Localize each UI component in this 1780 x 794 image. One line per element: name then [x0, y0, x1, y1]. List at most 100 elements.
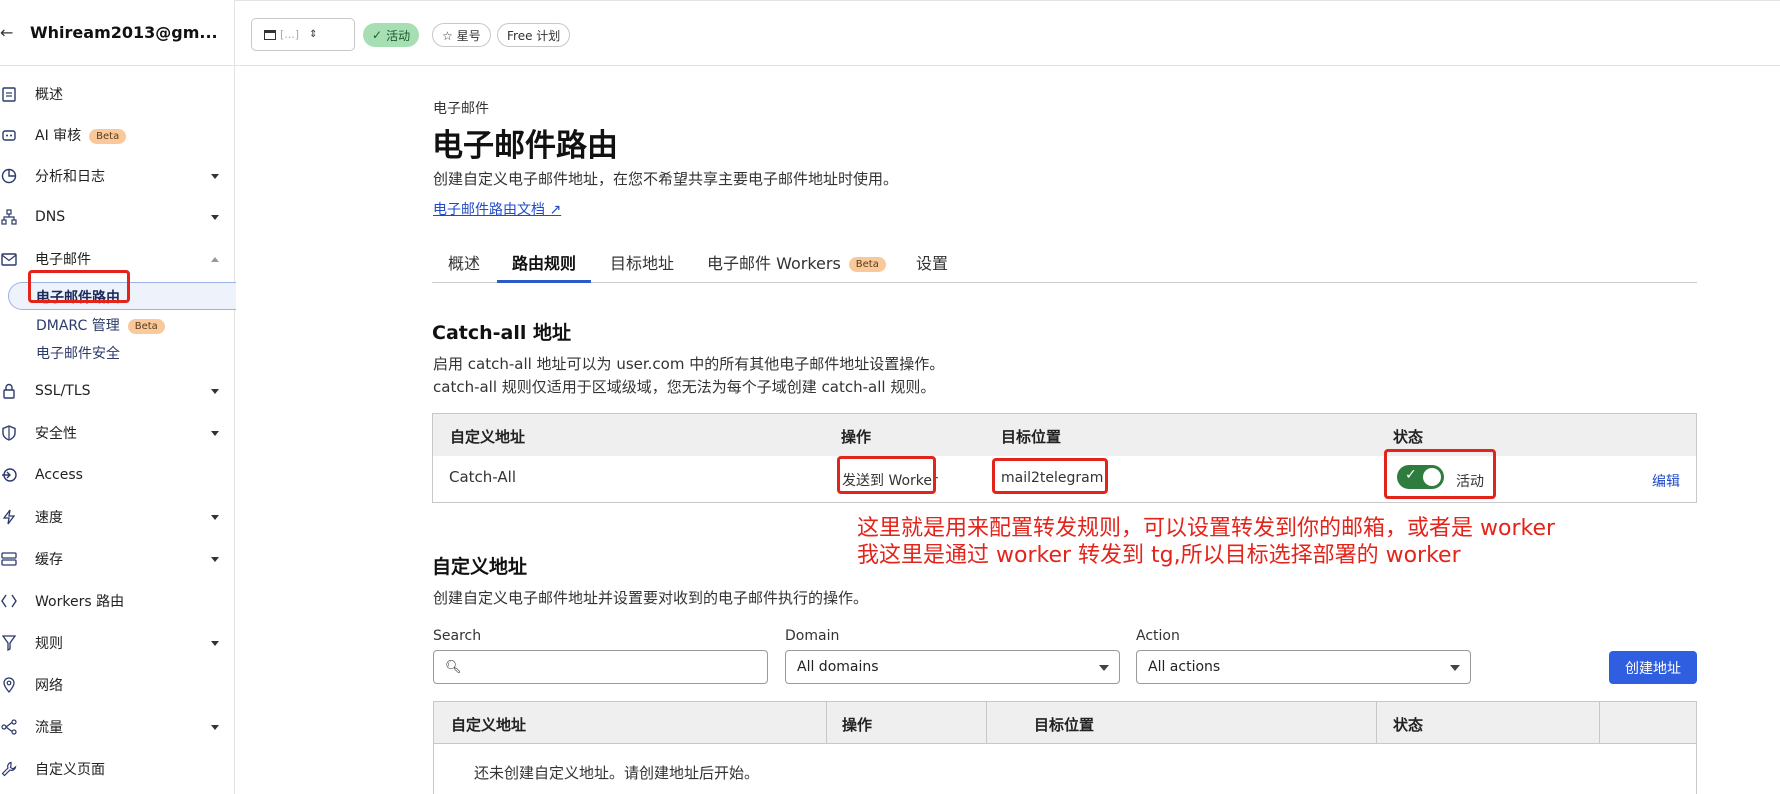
tab-email-workers[interactable]: 电子邮件 Workers Beta: [707, 250, 886, 274]
sidebar-item-overview[interactable]: 概述: [0, 79, 234, 109]
chevron-down-icon[interactable]: [211, 724, 219, 730]
catchall-desc-2: catch-all 规则仅适用于区域级域，您无法为每个子域创建 catch-al…: [433, 378, 936, 396]
sidebar-item-analytics[interactable]: 分析和日志: [0, 161, 234, 191]
sidebar-item-workers-routes[interactable]: Workers 路由: [0, 586, 234, 616]
tab-destination-addresses[interactable]: 目标地址: [610, 250, 674, 274]
clipboard-icon: [0, 85, 18, 103]
column-header: 状态: [1393, 428, 1424, 446]
domain-select-value: All domains: [797, 659, 879, 675]
account-header[interactable]: ← Whiream2013@gm...: [0, 0, 235, 66]
domain-select[interactable]: All domains: [785, 650, 1120, 684]
catchall-address: Catch-All: [449, 468, 516, 486]
beta-badge: Beta: [89, 128, 127, 144]
docs-link[interactable]: 电子邮件路由文档 ↗: [433, 199, 561, 219]
action-select[interactable]: All actions: [1136, 650, 1471, 684]
plan-badge[interactable]: Free 计划: [497, 23, 571, 47]
lightning-icon: [0, 508, 18, 526]
column-header: 目标位置: [1001, 428, 1062, 446]
zone-selector[interactable]: [...] ⇕: [251, 18, 355, 51]
column-header: 自定义地址: [450, 428, 526, 446]
catchall-desc-1: 启用 catch-all 地址可以为 user.com 中的所有其他电子邮件地址…: [433, 355, 945, 373]
sidebar-item-label: 速度: [35, 510, 63, 526]
envelope-icon: [0, 250, 18, 268]
star-button[interactable]: ☆ 星号: [432, 23, 491, 47]
sidebar-item-rules[interactable]: 规则: [0, 628, 234, 658]
table-header: 自定义地址 操作 目标位置 状态: [433, 414, 1696, 456]
column-header: 目标位置: [1034, 716, 1095, 734]
annotation-highlight-box: [992, 458, 1108, 494]
sidebar-item-label: 网络: [35, 678, 63, 694]
sidebar-subitem-dmarc[interactable]: DMARC 管理 Beta: [36, 315, 165, 335]
sidebar-item-label: SSL/TLS: [35, 383, 91, 399]
sidebar-item-label: 流量: [35, 720, 63, 736]
domain-label: Domain: [785, 628, 840, 644]
custom-addresses-title: 自定义地址: [432, 556, 528, 578]
sidebar-item-label: Workers 路由: [35, 594, 125, 610]
status-badge-label: 活动: [386, 28, 411, 43]
empty-state-message: 还未创建自定义地址。请创建地址后开始。: [474, 764, 760, 782]
column-header: 自定义地址: [451, 716, 527, 734]
robot-icon: [0, 126, 18, 144]
annotation-highlight-box: [1384, 449, 1496, 499]
search-input[interactable]: 🔍︎: [433, 650, 768, 684]
table-header: 自定义地址 操作 目标位置 状态: [434, 702, 1696, 744]
status-badge: ✓ 活动: [363, 23, 420, 47]
tab-overview[interactable]: 概述: [448, 250, 480, 274]
page-description: 创建自定义电子邮件地址，在您不希望共享主要电子邮件地址时使用。: [433, 170, 899, 188]
sidebar-item-label: 电子邮件: [35, 252, 91, 268]
edit-link[interactable]: 编辑: [1652, 471, 1680, 491]
tab-bar: 概述 路由规则 目标地址 电子邮件 Workers Beta 设置: [432, 240, 1697, 283]
chevron-down-icon[interactable]: [211, 430, 219, 436]
chevron-down-icon[interactable]: [211, 640, 219, 646]
check-icon: ✓: [372, 28, 383, 42]
sidebar-subitem-email-security[interactable]: 电子邮件安全: [36, 343, 120, 363]
chevron-down-icon[interactable]: [211, 214, 219, 220]
sidebar-item-ssl-tls[interactable]: SSL/TLS: [0, 376, 234, 406]
sidebar: ← Whiream2013@gm... 概述 AI 审核 Beta 分析和日志 D…: [0, 0, 236, 794]
traffic-nodes-icon: [0, 718, 18, 736]
sidebar-item-text: AI 审核: [35, 128, 82, 144]
create-address-button[interactable]: 创建地址: [1609, 651, 1697, 684]
sidebar-item-label: 安全性: [35, 426, 77, 442]
chevron-down-icon[interactable]: [211, 388, 219, 394]
annotation-text-2: 我这里是通过 worker 转发到 tg,所以目标选择部署的 worker: [857, 543, 1461, 568]
sidebar-item-access[interactable]: Access: [0, 460, 234, 490]
custom-addresses-table: 自定义地址 操作 目标位置 状态 还未创建自定义地址。请创建地址后开始。: [433, 701, 1697, 794]
sidebar-item-custom-pages[interactable]: 自定义页面: [0, 754, 234, 784]
pie-chart-icon: [0, 167, 18, 185]
sidebar-item-label: 分析和日志: [35, 169, 105, 185]
login-arrow-icon: [0, 466, 18, 484]
column-divider: [1599, 702, 1600, 744]
column-header: 状态: [1393, 716, 1424, 734]
workers-icon: [0, 592, 18, 610]
tab-routing-rules[interactable]: 路由规则: [512, 250, 576, 274]
sidebar-item-label: 缓存: [35, 552, 63, 568]
sidebar-item-speed[interactable]: 速度: [0, 502, 234, 532]
sidebar-item-ai-audit[interactable]: AI 审核 Beta: [0, 120, 234, 150]
column-divider: [986, 702, 987, 744]
sidebar-item-label: AI 审核 Beta: [35, 125, 127, 145]
chevron-updown-icon: ⇕: [309, 29, 318, 40]
tab-settings[interactable]: 设置: [916, 250, 948, 274]
sidebar-item-label: 规则: [35, 636, 63, 652]
sidebar-item-traffic[interactable]: 流量: [0, 712, 234, 742]
chevron-up-icon[interactable]: [211, 256, 219, 262]
sidebar-item-dns[interactable]: DNS: [0, 202, 234, 232]
sidebar-item-network[interactable]: 网络: [0, 670, 234, 700]
sidebar-item-security[interactable]: 安全性: [0, 418, 234, 448]
location-pin-icon: [0, 676, 18, 694]
sidebar-item-label: DNS: [35, 209, 66, 225]
chevron-down-icon[interactable]: [211, 514, 219, 520]
sidebar-subitem-text: DMARC 管理: [36, 318, 120, 334]
beta-badge: Beta: [127, 318, 165, 334]
sidebar-item-cache[interactable]: 缓存: [0, 544, 234, 574]
server-stack-icon: [0, 550, 18, 568]
back-arrow-icon[interactable]: ←: [0, 23, 14, 42]
search-icon: 🔍︎: [445, 659, 462, 675]
chevron-down-icon[interactable]: [211, 173, 219, 179]
column-header: 操作: [841, 428, 872, 446]
catchall-title: Catch-all 地址: [432, 322, 571, 344]
browser-window-icon: [264, 29, 276, 40]
beta-badge: Beta: [848, 257, 886, 272]
chevron-down-icon[interactable]: [211, 556, 219, 562]
